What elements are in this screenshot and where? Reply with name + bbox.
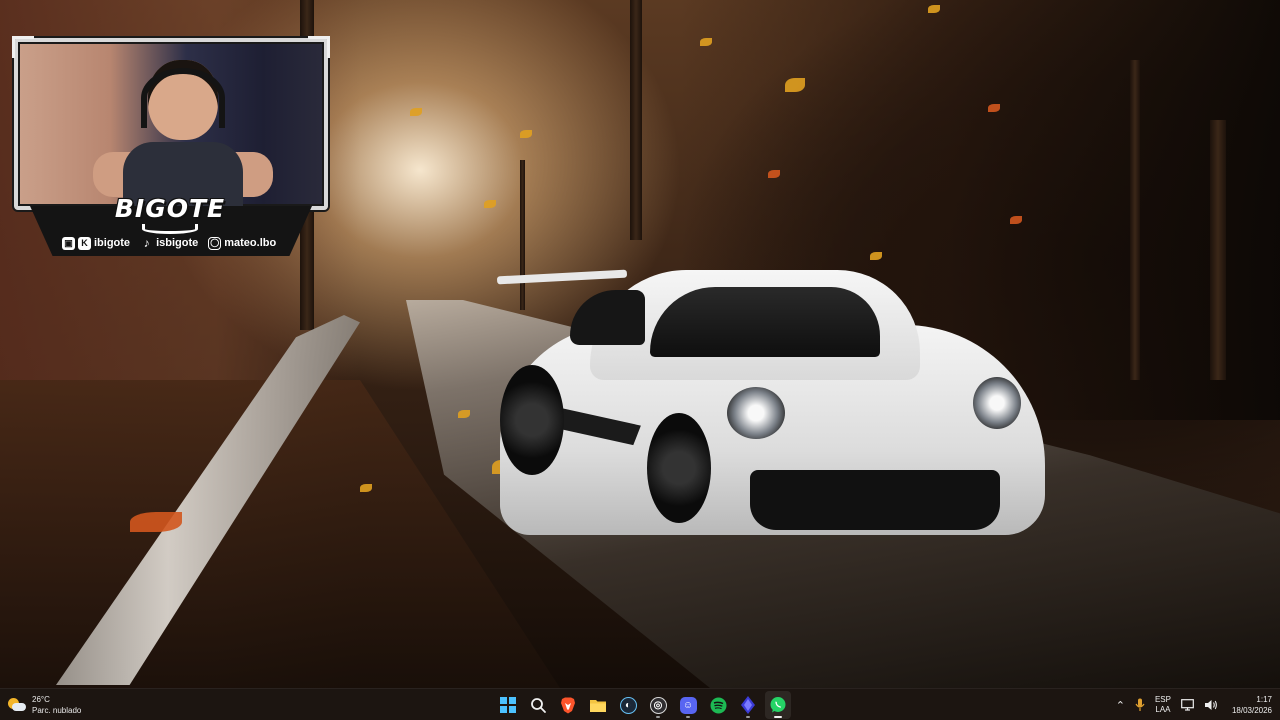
folder-icon	[590, 699, 606, 712]
app-button[interactable]	[735, 691, 761, 719]
leaf	[1010, 216, 1022, 224]
webcam-overlay: BIGOTE ▣ K ibigote ♪ isbigote ◯ mateo.lb…	[12, 36, 330, 258]
car-rear-wheel	[500, 365, 564, 475]
language-layout: LAA	[1155, 705, 1171, 714]
leaf	[520, 130, 532, 138]
brave-icon	[561, 697, 575, 713]
social-handle: ibigote	[94, 237, 131, 249]
search-icon	[530, 697, 546, 713]
twitch-icon: ▣	[62, 236, 75, 250]
leaf	[870, 252, 882, 260]
streamer-webcam-feed	[93, 60, 273, 206]
car-headlight-right	[973, 377, 1021, 429]
search-button[interactable]	[525, 691, 551, 719]
whatsapp-icon	[770, 697, 786, 713]
white-sports-car	[495, 265, 1055, 545]
taskbar-pinned-apps: ◐ ◎ ☺	[495, 691, 791, 719]
clock-button[interactable]: 1:17 18/03/2026	[1232, 694, 1272, 716]
microphone-icon[interactable]	[1135, 698, 1145, 712]
leaf	[410, 108, 422, 116]
mustache-icon	[142, 224, 198, 234]
steam-button[interactable]: ◐	[615, 691, 641, 719]
social-instagram: ◯ mateo.lbo	[208, 236, 277, 250]
leaf	[785, 78, 805, 92]
obs-icon: ◎	[649, 696, 667, 714]
social-handles: ▣ K ibigote ♪ isbigote ◯ mateo.lbo	[62, 234, 292, 252]
social-handle: isbigote	[156, 237, 199, 249]
taskbar: 26°C Parc. nublado ◐ ◎ ☺ ⌃ ESP LAA 1:17 …	[0, 688, 1280, 720]
car-side-window	[570, 290, 645, 345]
leaf	[768, 170, 780, 178]
car-windshield	[650, 287, 880, 357]
clock-time: 1:17	[1256, 695, 1272, 704]
social-twitch-kick: ▣ K ibigote	[62, 236, 131, 250]
show-hidden-icons-chevron-up-icon[interactable]: ⌃	[1116, 699, 1125, 712]
webcam-frame	[14, 38, 328, 210]
diamond-app-icon	[741, 696, 755, 714]
weather-temp: 26°C	[32, 695, 50, 704]
leaf	[928, 5, 940, 13]
kick-icon: K	[78, 236, 91, 250]
car-headlight-left	[727, 387, 785, 439]
leaf	[360, 484, 372, 492]
start-button[interactable]	[495, 691, 521, 719]
weather-widget[interactable]: 26°C Parc. nublado	[8, 693, 118, 717]
social-handle: mateo.lbo	[224, 237, 277, 249]
discord-button[interactable]: ☺	[675, 691, 701, 719]
file-explorer-button[interactable]	[585, 691, 611, 719]
tree-trunk	[1210, 120, 1226, 380]
windows-icon	[500, 697, 516, 713]
steam-icon: ◐	[619, 696, 637, 714]
brave-button[interactable]	[555, 691, 581, 719]
leaf	[458, 410, 470, 418]
volume-icon[interactable]	[1204, 699, 1218, 711]
frame-corner	[308, 36, 330, 58]
spotify-button[interactable]	[705, 691, 731, 719]
leaf	[484, 200, 496, 208]
discord-icon: ☺	[679, 696, 697, 714]
language-code: ESP	[1154, 695, 1171, 704]
leaf	[700, 38, 712, 46]
whatsapp-button[interactable]	[765, 691, 791, 719]
social-tiktok: ♪ isbigote	[140, 236, 199, 250]
headphones-icon	[141, 68, 225, 128]
leaf	[988, 104, 1000, 112]
system-tray: ⌃ ESP LAA 1:17 18/03/2026	[1116, 691, 1272, 719]
car-front-wheel	[647, 413, 711, 523]
weather-condition: Parc. nublado	[32, 706, 82, 715]
weather-text: 26°C Parc. nublado	[32, 694, 81, 716]
obs-button[interactable]: ◎	[645, 691, 671, 719]
tree-trunk	[630, 0, 642, 240]
car-spoiler	[496, 269, 628, 285]
clock-date: 18/03/2026	[1231, 706, 1272, 715]
instagram-icon: ◯	[208, 236, 222, 250]
tree-trunk	[1130, 60, 1140, 380]
input-language-button[interactable]: ESP LAA	[1155, 695, 1171, 715]
brand-logo: BIGOTE	[114, 193, 226, 223]
network-monitor-icon[interactable]	[1181, 699, 1194, 711]
frame-corner	[12, 36, 34, 58]
leaf	[130, 512, 182, 532]
tiktok-icon: ♪	[143, 236, 150, 250]
spotify-icon	[710, 697, 726, 713]
partly-cloudy-icon	[8, 696, 26, 714]
car-front-grille	[750, 470, 1000, 530]
